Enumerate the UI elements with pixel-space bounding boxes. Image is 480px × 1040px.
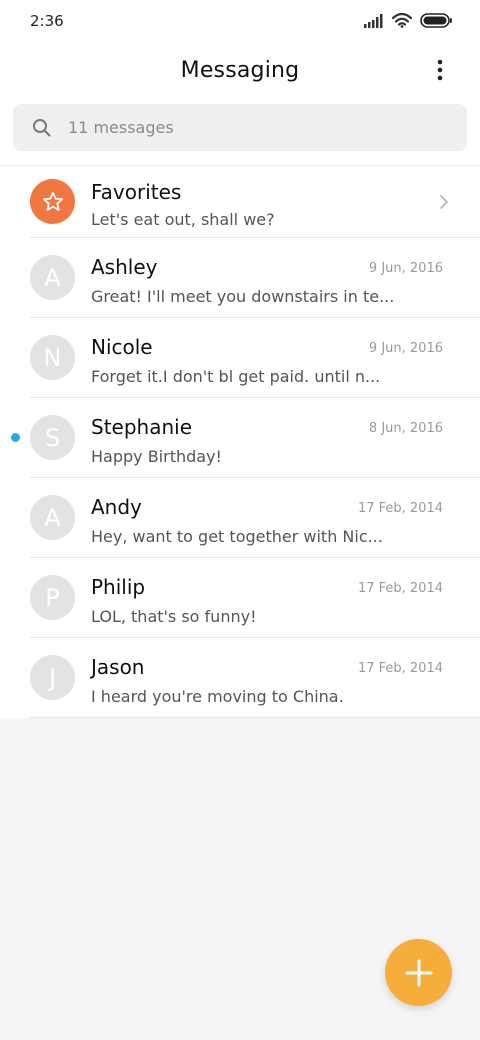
message-preview: Great! I'll meet you downstairs in te... [91, 287, 395, 306]
favorites-title: Favorites [91, 180, 182, 204]
conversation-row[interactable]: S Stephanie 8 Jun, 2016 Happy Birthday! [0, 398, 480, 478]
header: Messaging [0, 44, 480, 100]
contact-name: Jason [91, 655, 145, 679]
message-date: 9 Jun, 2016 [368, 341, 443, 356]
top-area: 2:36 Messaging 11 messages [0, 0, 480, 165]
status-bar: 2:36 [0, 0, 480, 44]
wifi-icon [391, 12, 413, 32]
contact-name: Nicole [91, 335, 153, 359]
status-icons [364, 12, 452, 32]
plus-icon [405, 959, 432, 986]
row-divider [30, 717, 480, 718]
status-time: 2:36 [30, 12, 64, 30]
message-preview: LOL, that's so funny! [91, 607, 257, 626]
message-date: 17 Feb, 2014 [357, 581, 443, 596]
contact-avatar: N [30, 335, 75, 380]
contact-avatar: S [30, 415, 75, 460]
contact-name: Andy [91, 495, 142, 519]
contact-avatar: A [30, 255, 75, 300]
search-placeholder: 11 messages [68, 118, 174, 137]
star-icon [42, 191, 63, 211]
favorites-row[interactable]: Favorites Let's eat out, shall we? [0, 166, 480, 238]
contact-name: Ashley [91, 255, 158, 279]
message-preview: Hey, want to get together with Nic... [91, 527, 383, 546]
conversation-row[interactable]: A Ashley 9 Jun, 2016 Great! I'll meet yo… [0, 238, 480, 318]
message-date: 9 Jun, 2016 [368, 261, 443, 276]
more-vertical-icon [437, 59, 443, 81]
contact-avatar: A [30, 495, 75, 540]
message-preview: Forget it.I don't bl get paid. until n..… [91, 367, 381, 386]
messaging-screen: 2:36 Messaging 11 messages Favorites Let… [0, 0, 480, 1040]
message-date: 8 Jun, 2016 [368, 421, 443, 436]
search-wrap: 11 messages [0, 100, 480, 165]
search-input[interactable]: 11 messages [13, 104, 467, 151]
battery-icon [420, 13, 452, 32]
page-title: Messaging [180, 58, 300, 83]
message-date: 17 Feb, 2014 [357, 501, 443, 516]
contact-avatar: J [30, 655, 75, 700]
conversation-row[interactable]: A Andy 17 Feb, 2014 Hey, want to get tog… [0, 478, 480, 558]
contact-avatar: P [30, 575, 75, 620]
message-date: 17 Feb, 2014 [357, 661, 443, 676]
chevron-right-icon [440, 195, 448, 209]
conversation-row[interactable]: P Philip 17 Feb, 2014 LOL, that's so fun… [0, 558, 480, 638]
message-preview: I heard you're moving to China. [91, 687, 344, 706]
more-options-button[interactable] [424, 54, 456, 86]
contact-name: Philip [91, 575, 146, 599]
new-message-button[interactable] [385, 939, 452, 1006]
conversation-list: Favorites Let's eat out, shall we? A Ash… [0, 165, 480, 718]
message-preview: Happy Birthday! [91, 447, 222, 466]
favorites-preview: Let's eat out, shall we? [91, 210, 275, 229]
unread-indicator [11, 433, 20, 442]
signal-icon [364, 13, 384, 32]
contact-name: Stephanie [91, 415, 193, 439]
conversation-row[interactable]: N Nicole 9 Jun, 2016 Forget it.I don't b… [0, 318, 480, 398]
search-icon [31, 118, 51, 138]
favorites-avatar [30, 179, 75, 224]
conversation-row[interactable]: J Jason 17 Feb, 2014 I heard you're movi… [0, 638, 480, 718]
